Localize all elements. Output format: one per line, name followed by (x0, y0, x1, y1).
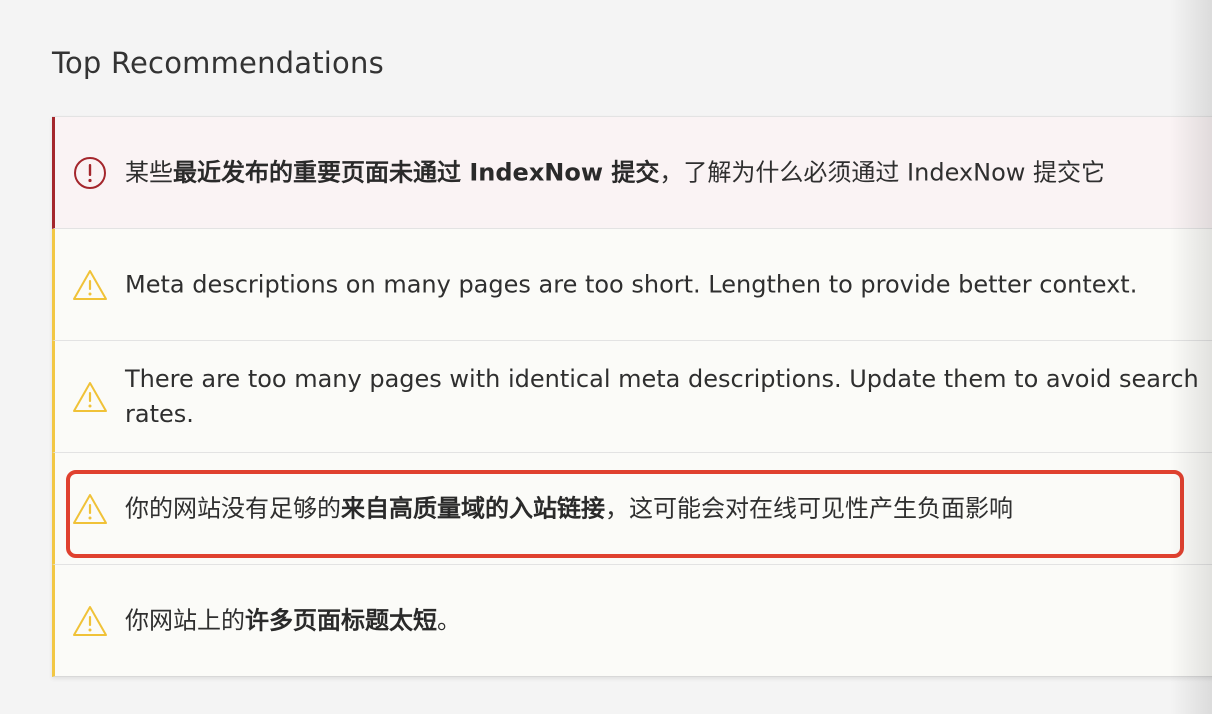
recommendation-text-suffix: ，了解为什么必须通过 IndexNow 提交它 (659, 158, 1106, 186)
error-circle-icon (72, 155, 108, 191)
recommendation-item-inbound-links[interactable]: 你的网站没有足够的来自高质量域的入站链接，这可能会对在线可见性产生负面影响 (52, 453, 1212, 565)
warning-triangle-icon (72, 379, 108, 415)
recommendation-item-identical-meta[interactable]: There are too many pages with identical … (52, 341, 1212, 453)
recommendation-text-emphasis: 许多页面标题太短 (245, 606, 437, 634)
recommendation-text: There are too many pages with identical … (125, 362, 1212, 432)
recommendation-list: 某些最近发布的重要页面未通过 IndexNow 提交，了解为什么必须通过 Ind… (52, 116, 1212, 677)
recommendation-text-prefix: Meta descriptions on many pages are too … (125, 270, 1138, 298)
recommendation-item-indexnow[interactable]: 某些最近发布的重要页面未通过 IndexNow 提交，了解为什么必须通过 Ind… (52, 117, 1212, 229)
recommendation-text-prefix: 你网站上的 (125, 606, 245, 634)
recommendation-text: 你网站上的许多页面标题太短。 (125, 603, 1212, 638)
recommendation-text: 某些最近发布的重要页面未通过 IndexNow 提交，了解为什么必须通过 Ind… (125, 155, 1212, 190)
warning-triangle-icon (72, 267, 108, 303)
recommendation-text: Meta descriptions on many pages are too … (125, 267, 1212, 302)
recommendation-text-prefix: 某些 (125, 158, 173, 186)
recommendation-text-suffix: ，这可能会对在线可见性产生负面影响 (605, 494, 1013, 522)
recommendation-text-suffix: 。 (437, 606, 461, 634)
section-title: Top Recommendations (52, 46, 384, 80)
recommendation-text-prefix: 你的网站没有足够的 (125, 494, 341, 522)
recommendation-text-emphasis: 最近发布的重要页面未通过 IndexNow 提交 (173, 158, 660, 186)
recommendation-item-short-meta[interactable]: Meta descriptions on many pages are too … (52, 229, 1212, 341)
recommendation-text-emphasis: 来自高质量域的入站链接 (341, 494, 605, 522)
warning-triangle-icon (72, 491, 108, 527)
recommendation-item-short-titles[interactable]: 你网站上的许多页面标题太短。 (52, 565, 1212, 677)
warning-triangle-icon (72, 603, 108, 639)
recommendation-text-prefix: There are too many pages with identical … (125, 364, 1199, 428)
recommendation-text: 你的网站没有足够的来自高质量域的入站链接，这可能会对在线可见性产生负面影响 (125, 491, 1212, 526)
